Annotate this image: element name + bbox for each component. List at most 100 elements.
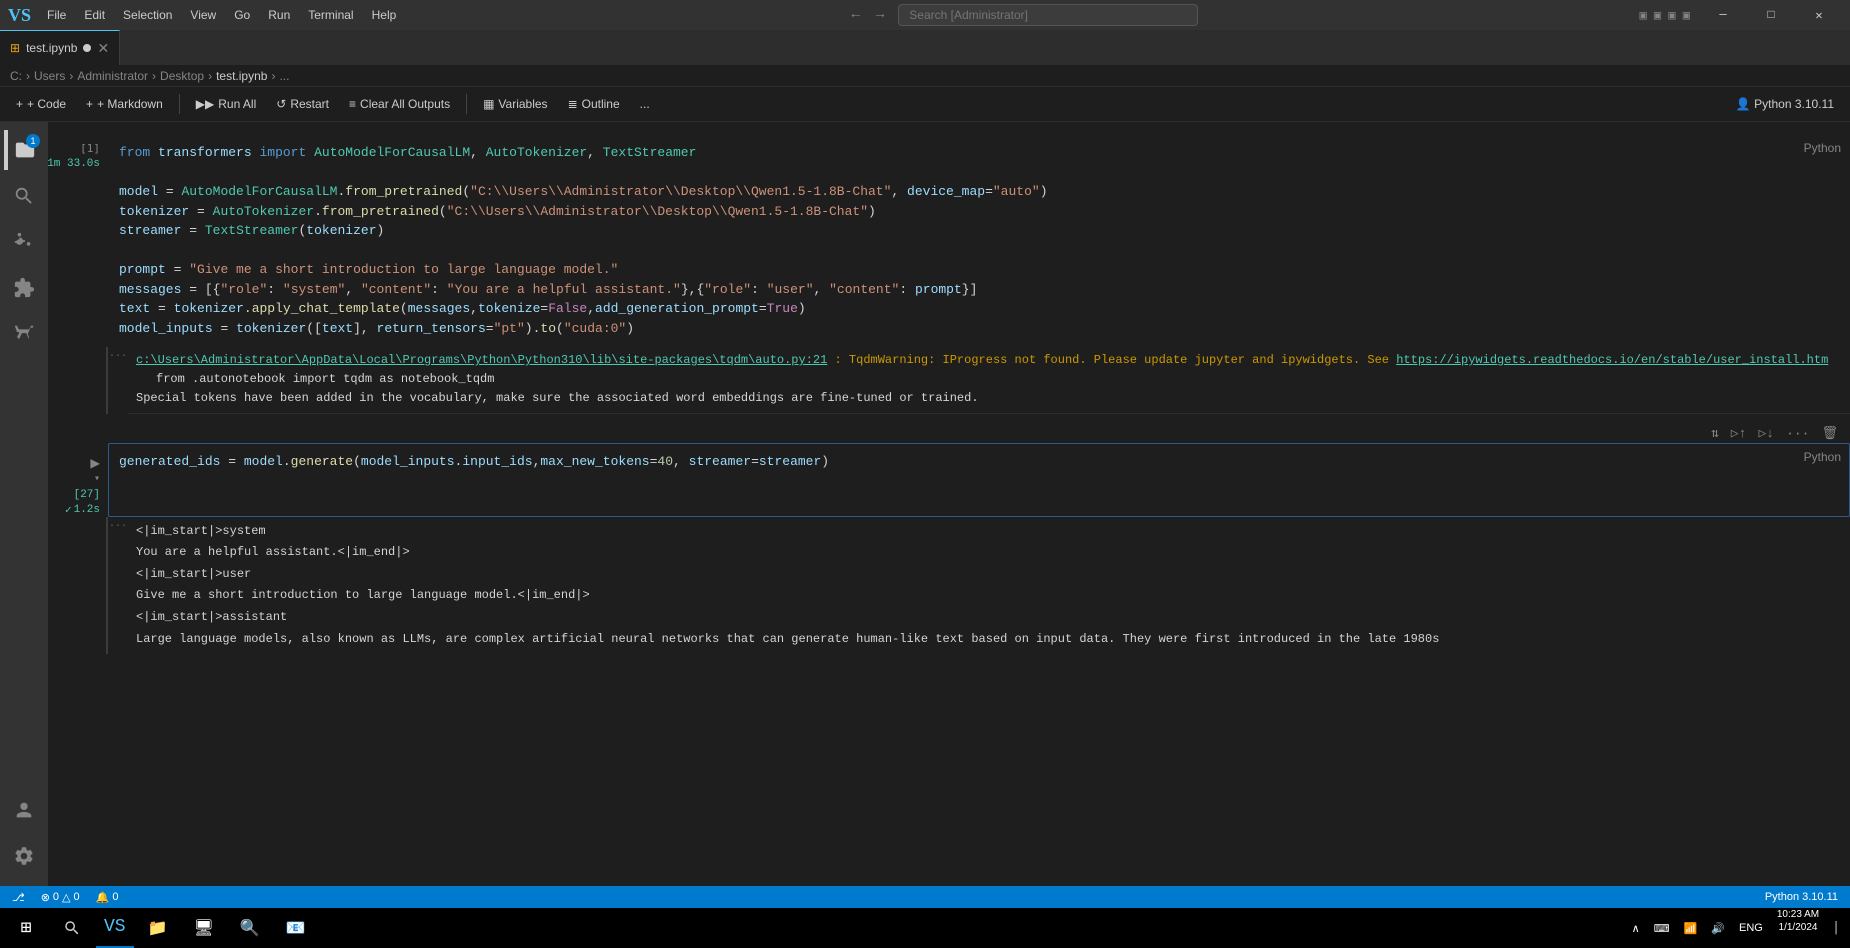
- status-errors[interactable]: ⊗ 0 △ 0: [37, 891, 84, 904]
- output-im-start-user: <|im_start|>user: [136, 564, 1842, 586]
- cell1-code[interactable]: Python from transformers import AutoMode…: [108, 134, 1850, 347]
- taskbar-right: ∧ ⌨ 📶 🔊 ENG 10:23 AM 1/1/2024 │: [1626, 908, 1846, 948]
- cell1-gutter: [1] ✓ 1m 33.0s: [48, 134, 108, 347]
- python-version-indicator[interactable]: 👤 Python 3.10.11: [1728, 97, 1842, 111]
- taskbar-keyboard[interactable]: ⌨: [1648, 908, 1676, 948]
- add-code-button[interactable]: + + Code: [8, 94, 74, 114]
- menu-run[interactable]: Run: [260, 6, 298, 24]
- cell2-more-btn[interactable]: ···: [1782, 424, 1813, 443]
- code-line-8: model_inputs = tokenizer([text], return_…: [119, 319, 1839, 339]
- breadcrumb: C: › Users › Administrator › Desktop › t…: [0, 65, 1850, 87]
- taskbar-network[interactable]: 📶: [1678, 908, 1704, 948]
- maximize-button[interactable]: □: [1748, 0, 1794, 30]
- code-line-6: messages = [{"role": "system", "content"…: [119, 280, 1839, 300]
- taskbar-search-app[interactable]: 🔍: [228, 908, 272, 948]
- cell2-run-button[interactable]: ▶: [90, 453, 100, 473]
- start-button[interactable]: ⊞: [4, 908, 48, 948]
- close-button[interactable]: ✕: [1796, 0, 1842, 30]
- activity-settings[interactable]: [4, 836, 44, 876]
- activity-explorer[interactable]: 1: [4, 130, 44, 170]
- menu-terminal[interactable]: Terminal: [300, 6, 361, 24]
- tab-modified-dot: [83, 44, 91, 52]
- status-issues[interactable]: 🔔 0: [92, 891, 123, 904]
- taskbar-vscode[interactable]: VS: [96, 908, 134, 948]
- menu-view[interactable]: View: [182, 6, 224, 24]
- status-bar: ⎇ ⊗ 0 △ 0 🔔 0 Python 3.10.11: [0, 886, 1850, 908]
- breadcrumb-sep1: ›: [26, 69, 30, 83]
- variables-button[interactable]: ▦ Variables: [475, 94, 555, 114]
- restart-icon: ↺: [276, 97, 286, 111]
- menu-help[interactable]: Help: [364, 6, 405, 24]
- minimize-button[interactable]: ─: [1700, 0, 1746, 30]
- output-line2: from .autonotebook import tqdm as notebo…: [136, 370, 1842, 389]
- activity-testing[interactable]: [4, 314, 44, 354]
- title-bar-right: ▣ ▣ ▣ ▣ ─ □ ✕: [1639, 0, 1842, 30]
- clear-all-button[interactable]: ≡ Clear All Outputs: [341, 94, 458, 114]
- toolbar-divider2: [466, 94, 467, 114]
- cell2-run-below-btn[interactable]: ▷↓: [1754, 424, 1778, 443]
- menu-edit[interactable]: Edit: [76, 6, 113, 24]
- run-all-button[interactable]: ▶▶ Run All: [188, 94, 265, 114]
- cell1-output: ··· c:\Users\Administrator\AppData\Local…: [106, 347, 1850, 414]
- activity-account[interactable]: [4, 790, 44, 830]
- activity-source-control[interactable]: [4, 222, 44, 262]
- taskbar-explorer[interactable]: 📁: [136, 908, 180, 948]
- activity-bottom: [4, 790, 44, 886]
- notebook-content: [1] ✓ 1m 33.0s Python from transformers …: [48, 122, 1850, 886]
- cell2-code[interactable]: Python generated_ids = model.generate(mo…: [108, 443, 1850, 517]
- breadcrumb-file[interactable]: test.ipynb: [216, 69, 267, 83]
- menu-go[interactable]: Go: [226, 6, 258, 24]
- taskbar-volume[interactable]: 🔊: [1705, 908, 1731, 948]
- taskbar-datetime[interactable]: 10:23 AM 1/1/2024: [1771, 908, 1825, 948]
- cell2-delete-btn[interactable]: 🗑: [1817, 424, 1842, 443]
- add-markdown-button[interactable]: + + Markdown: [78, 94, 171, 114]
- breadcrumb-users[interactable]: Users: [34, 69, 65, 83]
- breadcrumb-c[interactable]: C:: [10, 69, 22, 83]
- breadcrumb-ellipsis[interactable]: ...: [279, 69, 289, 83]
- vscode-logo: VS: [8, 5, 31, 26]
- output-give-me: Give me a short introduction to large la…: [136, 585, 1842, 607]
- cell2-expand-icon[interactable]: ▾: [94, 473, 100, 485]
- cell2-gutter: ▶ ▾ [27] ✓ 1.2s: [48, 443, 108, 517]
- tab-close-icon[interactable]: ✕: [97, 40, 109, 57]
- code-line-blank: [119, 163, 1839, 183]
- vscode-taskbar-icon: VS: [104, 917, 126, 937]
- code-line-2: model = AutoModelForCausalLM.from_pretra…: [119, 182, 1839, 202]
- taskbar-show-desktop[interactable]: │: [1827, 908, 1846, 948]
- breadcrumb-admin[interactable]: Administrator: [77, 69, 148, 83]
- activity-badge: 1: [26, 134, 40, 148]
- menu-file[interactable]: File: [39, 6, 74, 24]
- menu-selection[interactable]: Selection: [115, 6, 180, 24]
- taskbar-lang[interactable]: ENG: [1733, 908, 1769, 948]
- cell1-time: 1m 33.0s: [48, 158, 100, 170]
- more-toolbar-button[interactable]: ...: [632, 94, 658, 114]
- nav-back[interactable]: ←: [845, 5, 865, 25]
- output-im-start-sys: <|im_start|>system: [136, 521, 1842, 543]
- output-warn-link[interactable]: c:\Users\Administrator\AppData\Local\Pro…: [136, 353, 827, 367]
- cell2-run-above-btn[interactable]: ▷↑: [1727, 424, 1751, 443]
- output-llm-desc: Large language models, also known as LLM…: [136, 629, 1842, 651]
- cell2-output-body: <|im_start|>system You are a helpful ass…: [128, 517, 1850, 655]
- search-taskbar-button[interactable]: [50, 908, 94, 948]
- cell2-format-btn[interactable]: ⇅: [1707, 424, 1723, 443]
- status-branch[interactable]: ⎇: [8, 891, 29, 904]
- outline-button[interactable]: ≣ Outline: [560, 94, 628, 114]
- output-warn-link2[interactable]: https://ipywidgets.readthedocs.io/en/sta…: [1396, 353, 1828, 367]
- status-python[interactable]: Python 3.10.11: [1761, 891, 1842, 903]
- activity-search[interactable]: [4, 176, 44, 216]
- notebook-toolbar: + + Code + + Markdown ▶▶ Run All ↺ Resta…: [0, 87, 1850, 122]
- search-input[interactable]: [898, 4, 1198, 26]
- tab-testipynb[interactable]: ⊞ test.ipynb ✕: [0, 30, 120, 65]
- taskbar-mail[interactable]: 📧: [274, 908, 318, 948]
- nav-arrows: ← →: [845, 5, 890, 25]
- taskbar-show-hidden[interactable]: ∧: [1626, 908, 1646, 948]
- search-app-icon: 🔍: [240, 918, 260, 938]
- restart-button[interactable]: ↺ Restart: [268, 94, 337, 114]
- nav-forward[interactable]: →: [870, 5, 890, 25]
- breadcrumb-desktop[interactable]: Desktop: [160, 69, 204, 83]
- taskbar-left: ⊞ VS 📁 🖥 🔍 📧: [4, 908, 318, 948]
- activity-extensions[interactable]: [4, 268, 44, 308]
- taskbar-terminal[interactable]: 🖥: [182, 908, 226, 948]
- title-bar-center: ← →: [845, 4, 1198, 26]
- output-warn-text: : TqdmWarning: IProgress not found. Plea…: [835, 353, 1397, 367]
